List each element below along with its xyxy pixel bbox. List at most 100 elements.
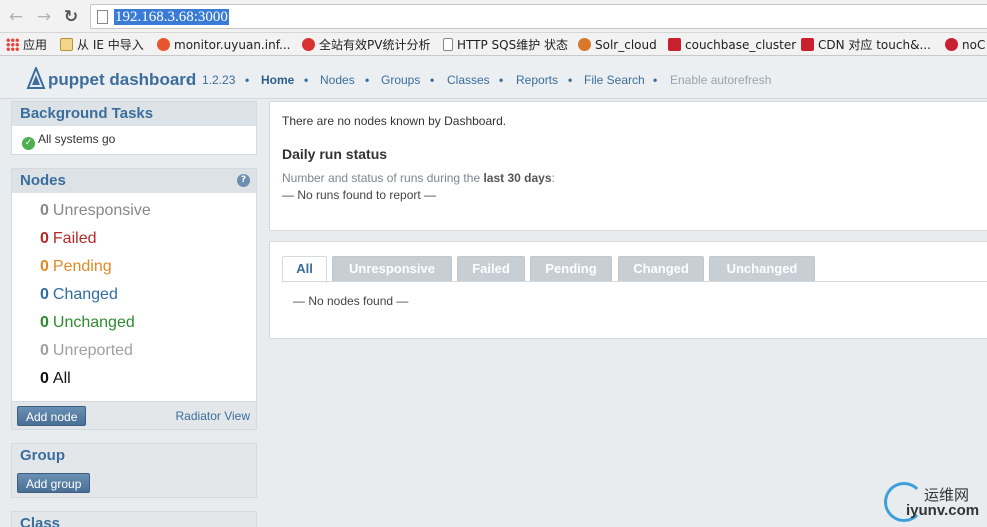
node-status-list: 0 Unresponsive 0 Failed 0 Pending 0 Changed … bbox=[12, 193, 256, 399]
nav-separator: • bbox=[499, 73, 504, 87]
tab-changed[interactable]: Changed bbox=[618, 256, 704, 282]
status-label: Unresponsive bbox=[52, 202, 151, 219]
nav-reports[interactable]: Reports bbox=[516, 73, 558, 87]
status-label: Pending bbox=[52, 258, 112, 275]
status-all[interactable]: 0 All bbox=[40, 365, 256, 393]
status-count: 0 bbox=[40, 286, 49, 303]
browser-toolbar: ← → ↻ 192.168.3.68:3000 bbox=[0, 0, 987, 33]
tab-unresponsive[interactable]: Unresponsive bbox=[332, 256, 452, 282]
nav-nodes[interactable]: Nodes bbox=[320, 73, 355, 87]
status-failed[interactable]: 0 Failed bbox=[40, 225, 256, 253]
description-suffix: : bbox=[551, 171, 555, 185]
bookmark-solr[interactable]: Solr_cloud bbox=[578, 37, 657, 53]
summary-box: There are no nodes known by Dashboard. D… bbox=[269, 101, 987, 231]
panel-title: Nodes bbox=[20, 172, 66, 189]
daily-run-status-title: Daily run status bbox=[282, 146, 388, 162]
bookmark-pv-stats[interactable]: 全站有效PV统计分析 bbox=[302, 37, 430, 53]
no-nodes-found-message: — No nodes found — bbox=[293, 294, 409, 308]
folder-icon bbox=[60, 38, 73, 51]
radiator-view-link[interactable]: Radiator View bbox=[176, 409, 250, 423]
status-count: 0 bbox=[40, 370, 49, 387]
status-count: 0 bbox=[40, 342, 49, 359]
bookmark-monitor[interactable]: monitor.uyuan.inf... bbox=[157, 37, 290, 53]
status-count: 0 bbox=[40, 202, 49, 219]
no-runs-message: — No runs found to report — bbox=[282, 188, 437, 202]
panel-body: ✓ All systems go bbox=[12, 126, 256, 154]
bookmark-couchbase[interactable]: couchbase_cluster bbox=[668, 37, 796, 53]
enable-autorefresh-link[interactable]: Enable autorefresh bbox=[670, 73, 771, 87]
address-bar[interactable]: 192.168.3.68:3000 bbox=[90, 4, 987, 29]
nodes-tabs-box: All Unresponsive Failed Pending Changed … bbox=[269, 241, 987, 339]
system-status-text: All systems go bbox=[38, 132, 116, 146]
panel-title: Group bbox=[12, 444, 256, 468]
tab-pending[interactable]: Pending bbox=[530, 256, 612, 282]
class-panel: Class bbox=[11, 511, 257, 527]
status-unreported[interactable]: 0 Unreported bbox=[40, 337, 256, 365]
bookmark-httpsqs[interactable]: HTTP SQS维护 状态 bbox=[443, 37, 568, 53]
group-panel: Group Add group bbox=[11, 443, 257, 498]
tab-unchanged[interactable]: Unchanged bbox=[709, 256, 815, 282]
tab-failed[interactable]: Failed bbox=[457, 256, 525, 282]
status-pending[interactable]: 0 Pending bbox=[40, 253, 256, 281]
nodes-panel: Nodes ? 0 Unresponsive 0 Failed 0 Pending 0… bbox=[11, 168, 257, 430]
back-icon[interactable]: ← bbox=[6, 7, 26, 27]
nav-groups[interactable]: Groups bbox=[381, 73, 420, 87]
nav-separator: • bbox=[245, 73, 250, 87]
url-text[interactable]: 192.168.3.68:3000 bbox=[114, 9, 229, 25]
daily-run-description: Number and status of runs during the las… bbox=[282, 171, 555, 185]
bookmarks-bar: 应用 从 IE 中导入 monitor.uyuan.inf... 全站有效PV统… bbox=[0, 33, 987, 56]
heart-icon bbox=[302, 38, 315, 51]
no-nodes-message: There are no nodes known by Dashboard. bbox=[282, 114, 507, 128]
puppet-logo-icon bbox=[26, 67, 46, 89]
watermark-domain: iyunv.com bbox=[906, 502, 980, 519]
add-node-button[interactable]: Add node bbox=[17, 406, 87, 426]
status-count: 0 bbox=[40, 314, 49, 331]
status-label: Failed bbox=[52, 230, 97, 247]
add-group-button[interactable]: Add group bbox=[17, 473, 91, 493]
version-label: 1.2.23 bbox=[202, 73, 236, 87]
status-label: Unreported bbox=[52, 342, 133, 359]
panel-title-row: Nodes ? bbox=[12, 169, 256, 193]
forward-icon[interactable]: → bbox=[34, 7, 54, 27]
brand-name[interactable]: puppet dashboard bbox=[48, 70, 196, 90]
watermark: 运维网 iyunv.com bbox=[884, 478, 984, 523]
tab-all[interactable]: All bbox=[282, 256, 327, 283]
status-changed[interactable]: 0 Changed bbox=[40, 281, 256, 309]
status-label: Changed bbox=[52, 286, 118, 303]
incognito-icon bbox=[945, 38, 958, 51]
nav-separator: • bbox=[653, 73, 658, 87]
couchbase-icon bbox=[801, 38, 814, 51]
nav-separator: • bbox=[186, 73, 191, 87]
nav-home[interactable]: Home bbox=[261, 73, 294, 87]
status-count: 0 bbox=[40, 230, 49, 247]
nav-separator: • bbox=[568, 73, 573, 87]
status-label: All bbox=[52, 370, 71, 387]
help-icon[interactable]: ? bbox=[237, 174, 250, 187]
solr-icon bbox=[578, 38, 591, 51]
status-unchanged[interactable]: 0 Unchanged bbox=[40, 309, 256, 337]
description-period: last 30 days bbox=[483, 171, 552, 185]
page-icon bbox=[97, 10, 108, 24]
bookmark-apps[interactable]: 应用 bbox=[6, 37, 47, 53]
app-header: puppet dashboard • 1.2.23 • Home • Nodes… bbox=[0, 57, 987, 99]
nav-classes[interactable]: Classes bbox=[447, 73, 490, 87]
status-count: 0 bbox=[40, 258, 49, 275]
status-label: Unchanged bbox=[52, 314, 135, 331]
reload-icon[interactable]: ↻ bbox=[61, 7, 81, 27]
nav-separator: • bbox=[430, 73, 435, 87]
apps-grid-icon bbox=[6, 38, 19, 51]
nav-separator: • bbox=[304, 73, 309, 87]
bookmark-ie-import[interactable]: 从 IE 中导入 bbox=[60, 37, 144, 53]
nav-file-search[interactable]: File Search bbox=[584, 73, 645, 87]
status-unresponsive[interactable]: 0 Unresponsive bbox=[40, 197, 256, 225]
panel-title: Class bbox=[12, 512, 256, 527]
tab-divider bbox=[282, 281, 987, 282]
background-tasks-panel: Background Tasks ✓ All systems go bbox=[11, 101, 257, 155]
heart-icon bbox=[157, 38, 170, 51]
description-text: Number and status of runs during the bbox=[282, 171, 484, 185]
page-icon bbox=[443, 38, 453, 51]
bookmark-noc[interactable]: noC bbox=[945, 37, 985, 53]
check-circle-icon: ✓ bbox=[22, 137, 35, 150]
couchbase-icon bbox=[668, 38, 681, 51]
bookmark-cdn[interactable]: CDN 对应 touch&... bbox=[801, 37, 931, 53]
